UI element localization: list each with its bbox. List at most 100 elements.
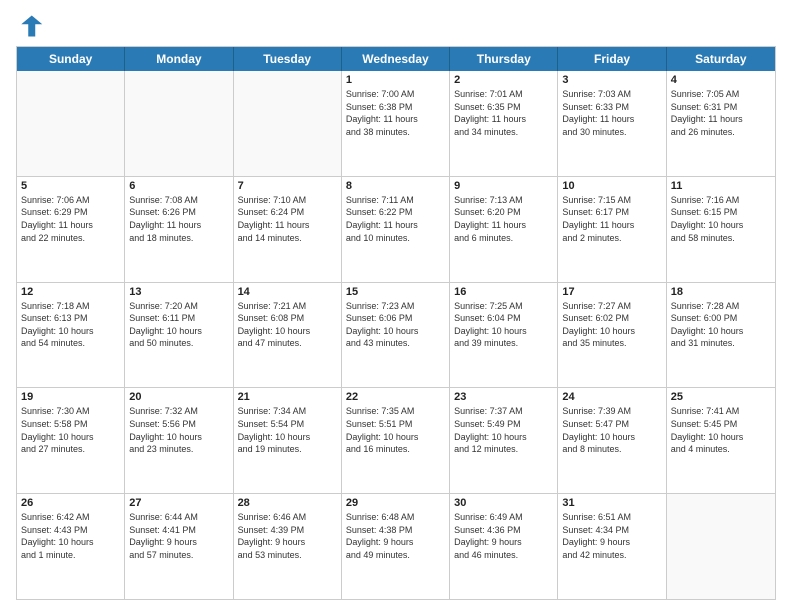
cal-cell: 11 Sunrise: 7:16 AM Sunset: 6:15 PM Dayli… (667, 177, 775, 282)
day-number: 4 (671, 74, 771, 86)
day-number: 11 (671, 180, 771, 192)
day-number: 9 (454, 180, 553, 192)
cal-cell: 7 Sunrise: 7:10 AM Sunset: 6:24 PM Daylig… (234, 177, 342, 282)
cal-cell: 3 Sunrise: 7:03 AM Sunset: 6:33 PM Daylig… (558, 71, 666, 176)
day-number: 20 (129, 391, 228, 403)
cal-cell: 1 Sunrise: 7:00 AM Sunset: 6:38 PM Daylig… (342, 71, 450, 176)
day-number: 25 (671, 391, 771, 403)
day-info: Sunrise: 7:18 AM Sunset: 6:13 PM Dayligh… (21, 300, 120, 350)
day-info: Sunrise: 7:13 AM Sunset: 6:20 PM Dayligh… (454, 194, 553, 244)
day-info: Sunrise: 6:44 AM Sunset: 4:41 PM Dayligh… (129, 511, 228, 561)
day-info: Sunrise: 7:37 AM Sunset: 5:49 PM Dayligh… (454, 405, 553, 455)
day-info: Sunrise: 7:32 AM Sunset: 5:56 PM Dayligh… (129, 405, 228, 455)
day-info: Sunrise: 7:16 AM Sunset: 6:15 PM Dayligh… (671, 194, 771, 244)
day-number: 5 (21, 180, 120, 192)
day-number: 7 (238, 180, 337, 192)
cal-cell: 6Sunrise: 7:08 AM Sunset: 6:26 PM Daylig… (125, 177, 233, 282)
header (16, 12, 776, 40)
day-info: Sunrise: 7:10 AM Sunset: 6:24 PM Dayligh… (238, 194, 337, 244)
day-info: Sunrise: 7:41 AM Sunset: 5:45 PM Dayligh… (671, 405, 771, 455)
day-info: Sunrise: 7:11 AM Sunset: 6:22 PM Dayligh… (346, 194, 445, 244)
day-number: 27 (129, 497, 228, 509)
header-cell-tuesday: Tuesday (234, 47, 342, 71)
day-info: Sunrise: 7:28 AM Sunset: 6:00 PM Dayligh… (671, 300, 771, 350)
cal-row-2: 12 Sunrise: 7:18 AM Sunset: 6:13 PM Dayli… (17, 283, 775, 389)
day-number: 15 (346, 286, 445, 298)
cal-cell: 21Sunrise: 7:34 AM Sunset: 5:54 PM Dayli… (234, 388, 342, 493)
day-info: Sunrise: 6:46 AM Sunset: 4:39 PM Dayligh… (238, 511, 337, 561)
cal-cell: 29 Sunrise: 6:48 AM Sunset: 4:38 PM Dayli… (342, 494, 450, 599)
cal-row-0: 1 Sunrise: 7:00 AM Sunset: 6:38 PM Daylig… (17, 71, 775, 177)
cal-cell: 23 Sunrise: 7:37 AM Sunset: 5:49 PM Dayli… (450, 388, 558, 493)
cal-cell: 24 Sunrise: 7:39 AM Sunset: 5:47 PM Dayli… (558, 388, 666, 493)
cal-cell (234, 71, 342, 176)
cal-cell: 22 Sunrise: 7:35 AM Sunset: 5:51 PM Dayli… (342, 388, 450, 493)
cal-cell: 20 Sunrise: 7:32 AM Sunset: 5:56 PM Dayli… (125, 388, 233, 493)
cal-cell: 5 Sunrise: 7:06 AM Sunset: 6:29 PM Daylig… (17, 177, 125, 282)
header-cell-saturday: Saturday (667, 47, 775, 71)
cal-cell: 14 Sunrise: 7:21 AM Sunset: 6:08 PM Dayli… (234, 283, 342, 388)
page: SundayMondayTuesdayWednesdayThursdayFrid… (0, 0, 792, 612)
day-info: Sunrise: 7:39 AM Sunset: 5:47 PM Dayligh… (562, 405, 661, 455)
day-number: 3 (562, 74, 661, 86)
cal-cell (17, 71, 125, 176)
calendar-body: 1 Sunrise: 7:00 AM Sunset: 6:38 PM Daylig… (17, 71, 775, 599)
cal-cell: 31 Sunrise: 6:51 AM Sunset: 4:34 PM Dayli… (558, 494, 666, 599)
header-cell-wednesday: Wednesday (342, 47, 450, 71)
day-number: 24 (562, 391, 661, 403)
day-info: Sunrise: 6:42 AM Sunset: 4:43 PM Dayligh… (21, 511, 120, 561)
cal-cell (125, 71, 233, 176)
day-info: Sunrise: 7:20 AM Sunset: 6:11 PM Dayligh… (129, 300, 228, 350)
day-number: 10 (562, 180, 661, 192)
cal-cell (667, 494, 775, 599)
day-number: 30 (454, 497, 553, 509)
day-number: 14 (238, 286, 337, 298)
day-number: 13 (129, 286, 228, 298)
logo (16, 12, 48, 40)
cal-row-4: 26 Sunrise: 6:42 AM Sunset: 4:43 PM Dayli… (17, 494, 775, 599)
day-number: 28 (238, 497, 337, 509)
cal-cell: 26 Sunrise: 6:42 AM Sunset: 4:43 PM Dayli… (17, 494, 125, 599)
day-number: 22 (346, 391, 445, 403)
cal-cell: 25 Sunrise: 7:41 AM Sunset: 5:45 PM Dayli… (667, 388, 775, 493)
cal-cell: 2Sunrise: 7:01 AM Sunset: 6:35 PM Daylig… (450, 71, 558, 176)
header-cell-sunday: Sunday (17, 47, 125, 71)
cal-cell: 13 Sunrise: 7:20 AM Sunset: 6:11 PM Dayli… (125, 283, 233, 388)
day-info: Sunrise: 7:00 AM Sunset: 6:38 PM Dayligh… (346, 88, 445, 138)
day-number: 12 (21, 286, 120, 298)
day-info: Sunrise: 7:27 AM Sunset: 6:02 PM Dayligh… (562, 300, 661, 350)
header-cell-thursday: Thursday (450, 47, 558, 71)
cal-cell: 19Sunrise: 7:30 AM Sunset: 5:58 PM Dayli… (17, 388, 125, 493)
day-info: Sunrise: 7:06 AM Sunset: 6:29 PM Dayligh… (21, 194, 120, 244)
day-info: Sunrise: 7:25 AM Sunset: 6:04 PM Dayligh… (454, 300, 553, 350)
cal-row-3: 19Sunrise: 7:30 AM Sunset: 5:58 PM Dayli… (17, 388, 775, 494)
day-number: 26 (21, 497, 120, 509)
header-cell-friday: Friday (558, 47, 666, 71)
cal-cell: 30 Sunrise: 6:49 AM Sunset: 4:36 PM Dayli… (450, 494, 558, 599)
day-info: Sunrise: 6:49 AM Sunset: 4:36 PM Dayligh… (454, 511, 553, 561)
calendar-header: SundayMondayTuesdayWednesdayThursdayFrid… (17, 47, 775, 71)
logo-icon (16, 12, 44, 40)
day-info: Sunrise: 7:23 AM Sunset: 6:06 PM Dayligh… (346, 300, 445, 350)
day-number: 8 (346, 180, 445, 192)
day-number: 23 (454, 391, 553, 403)
cal-cell: 8 Sunrise: 7:11 AM Sunset: 6:22 PM Daylig… (342, 177, 450, 282)
day-info: Sunrise: 7:05 AM Sunset: 6:31 PM Dayligh… (671, 88, 771, 138)
day-number: 2 (454, 74, 553, 86)
day-info: Sunrise: 6:48 AM Sunset: 4:38 PM Dayligh… (346, 511, 445, 561)
day-info: Sunrise: 7:03 AM Sunset: 6:33 PM Dayligh… (562, 88, 661, 138)
day-number: 29 (346, 497, 445, 509)
day-number: 31 (562, 497, 661, 509)
day-number: 16 (454, 286, 553, 298)
day-info: Sunrise: 6:51 AM Sunset: 4:34 PM Dayligh… (562, 511, 661, 561)
day-info: Sunrise: 7:35 AM Sunset: 5:51 PM Dayligh… (346, 405, 445, 455)
calendar: SundayMondayTuesdayWednesdayThursdayFrid… (16, 46, 776, 600)
day-number: 6 (129, 180, 228, 192)
cal-cell: 12 Sunrise: 7:18 AM Sunset: 6:13 PM Dayli… (17, 283, 125, 388)
cal-cell: 15 Sunrise: 7:23 AM Sunset: 6:06 PM Dayli… (342, 283, 450, 388)
cal-cell: 17Sunrise: 7:27 AM Sunset: 6:02 PM Dayli… (558, 283, 666, 388)
header-cell-monday: Monday (125, 47, 233, 71)
day-number: 1 (346, 74, 445, 86)
cal-cell: 16 Sunrise: 7:25 AM Sunset: 6:04 PM Dayli… (450, 283, 558, 388)
day-info: Sunrise: 7:21 AM Sunset: 6:08 PM Dayligh… (238, 300, 337, 350)
